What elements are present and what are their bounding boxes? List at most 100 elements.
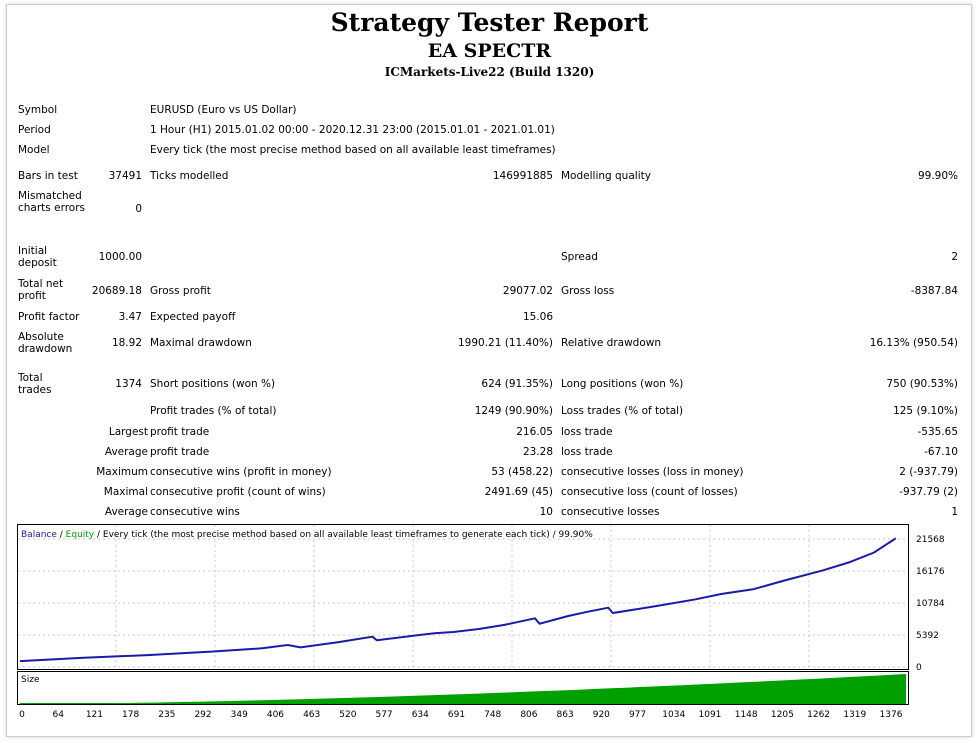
x-tick-label: 920 bbox=[593, 710, 610, 720]
max-losses-label: consecutive losses (loss in money) bbox=[561, 466, 744, 478]
absdd-label: Absolute drawdown bbox=[18, 331, 73, 355]
y-tick-label: 10784 bbox=[916, 599, 945, 609]
y-tick-label: 0 bbox=[916, 663, 922, 673]
maximal-profit-value: 2491.69 (45) bbox=[484, 486, 553, 498]
mismatch-label: Mismatched charts errors bbox=[18, 190, 85, 214]
x-tick-label: 806 bbox=[520, 710, 537, 720]
max-losses-value: 2 (-937.79) bbox=[899, 466, 958, 478]
x-tick-label: 863 bbox=[557, 710, 574, 720]
average-profit-value: 23.28 bbox=[522, 446, 553, 458]
maximal-profit-label: consecutive profit (count of wins) bbox=[150, 486, 326, 498]
x-tick-label: 235 bbox=[158, 710, 175, 720]
ticks-value: 146991885 bbox=[492, 170, 553, 182]
pf-label: Profit factor bbox=[18, 311, 80, 323]
spread-label: Spread bbox=[561, 251, 598, 263]
legend-equity: Equity bbox=[66, 530, 95, 540]
reldd-label: Relative drawdown bbox=[561, 337, 662, 349]
legend-balance: Balance bbox=[21, 530, 57, 540]
ticks-label: Ticks modelled bbox=[150, 170, 229, 182]
long-label: Long positions (won %) bbox=[561, 378, 684, 390]
y-tick-label: 16176 bbox=[916, 567, 945, 577]
avg-consec-label: Average bbox=[104, 506, 148, 518]
chart-legend: Balance / Equity / Every tick (the most … bbox=[21, 530, 593, 540]
bars-label: Bars in test bbox=[18, 170, 78, 182]
maxdd-value: 1990.21 (11.40%) bbox=[458, 337, 553, 349]
avg-losses-value: 1 bbox=[951, 506, 958, 518]
x-tick-label: 178 bbox=[122, 710, 139, 720]
avg-wins-label: consecutive wins bbox=[150, 506, 240, 518]
x-tick-label: 292 bbox=[194, 710, 211, 720]
symbol-value: EURUSD (Euro vs US Dollar) bbox=[150, 104, 297, 116]
grossprofit-label: Gross profit bbox=[150, 285, 211, 297]
largest-profit-label: profit trade bbox=[150, 426, 210, 438]
max-wins-value: 53 (458.22) bbox=[491, 466, 553, 478]
largest-loss-value: -535.65 bbox=[917, 426, 958, 438]
average-loss-value: -67.10 bbox=[924, 446, 958, 458]
maximal-label: Maximal bbox=[103, 486, 148, 498]
netprofit-value: 20689.18 bbox=[91, 285, 142, 297]
report-title: Strategy Tester Report bbox=[330, 8, 649, 37]
x-tick-label: 577 bbox=[375, 710, 392, 720]
maxdd-label: Maximal drawdown bbox=[150, 337, 252, 349]
average-label: Average bbox=[104, 446, 148, 458]
avg-wins-value: 10 bbox=[539, 506, 553, 518]
trades-label: Total trades bbox=[18, 372, 52, 396]
largest-label: Largest bbox=[108, 426, 148, 438]
lt-value: 125 (9.10%) bbox=[893, 405, 958, 417]
x-tick-label: 406 bbox=[267, 710, 284, 720]
short-value: 624 (91.35%) bbox=[481, 378, 553, 390]
x-tick-label: 0 bbox=[19, 710, 25, 720]
lt-label: Loss trades (% of total) bbox=[561, 405, 684, 417]
period-value: 1 Hour (H1) 2015.01.02 00:00 - 2020.12.3… bbox=[150, 124, 555, 136]
absdd-value: 18.92 bbox=[111, 337, 142, 349]
grossloss-label: Gross loss bbox=[561, 285, 615, 297]
trades-value: 1374 bbox=[115, 378, 142, 390]
long-value: 750 (90.53%) bbox=[886, 378, 958, 390]
netprofit-label: Total net profit bbox=[18, 278, 64, 302]
ep-value: 15.06 bbox=[522, 311, 553, 323]
x-tick-label: 1376 bbox=[880, 710, 903, 720]
quality-value: 99.90% bbox=[917, 170, 958, 182]
model-label: Model bbox=[18, 144, 50, 156]
max-wins-label: consecutive wins (profit in money) bbox=[150, 466, 332, 478]
x-ticks: 0 64 121 178 235 292 349 406 463 520 577 634 691 748 8… bbox=[19, 710, 903, 720]
short-label: Short positions (won %) bbox=[150, 378, 276, 390]
x-tick-label: 634 bbox=[412, 710, 429, 720]
expert-advisor-name: EA SPECTR bbox=[427, 40, 552, 62]
x-tick-label: 121 bbox=[86, 710, 103, 720]
y-tick-label: 21568 bbox=[916, 535, 945, 545]
x-tick-label: 1205 bbox=[771, 710, 794, 720]
symbol-label: Symbol bbox=[18, 104, 58, 116]
pf-value: 3.47 bbox=[118, 311, 142, 323]
maximum-label: Maximum bbox=[96, 466, 148, 478]
x-tick-label: 1034 bbox=[662, 710, 685, 720]
ep-label: Expected payoff bbox=[150, 311, 236, 323]
pt-value: 1249 (90.90%) bbox=[474, 405, 553, 417]
grossloss-value: -8387.84 bbox=[910, 285, 958, 297]
y-ticks: 21568 16176 10784 5392 0 bbox=[916, 535, 945, 673]
maximal-loss-label: consecutive loss (count of losses) bbox=[561, 486, 738, 498]
y-tick-label: 5392 bbox=[916, 631, 939, 641]
x-tick-label: 349 bbox=[231, 710, 248, 720]
x-tick-label: 64 bbox=[52, 710, 64, 720]
largest-loss-label: loss trade bbox=[561, 426, 613, 438]
deposit-label: Initial deposit bbox=[18, 245, 57, 269]
x-tick-label: 463 bbox=[303, 710, 320, 720]
average-loss-label: loss trade bbox=[561, 446, 613, 458]
x-tick-label: 1091 bbox=[699, 710, 722, 720]
server-build: ICMarkets-Live22 (Build 1320) bbox=[384, 65, 595, 79]
balance-chart: Balance / Equity / Every tick (the most … bbox=[17, 524, 945, 720]
x-tick-label: 748 bbox=[484, 710, 501, 720]
x-tick-label: 691 bbox=[448, 710, 465, 720]
mismatch-value: 0 bbox=[135, 203, 142, 215]
avg-losses-label: consecutive losses bbox=[561, 506, 660, 518]
pt-label: Profit trades (% of total) bbox=[150, 405, 277, 417]
x-tick-label: 1148 bbox=[735, 710, 758, 720]
bars-value: 37491 bbox=[108, 170, 142, 182]
x-tick-label: 977 bbox=[629, 710, 646, 720]
size-label: Size bbox=[21, 675, 40, 685]
x-tick-label: 1262 bbox=[807, 710, 830, 720]
grossprofit-value: 29077.02 bbox=[502, 285, 553, 297]
maximal-loss-value: -937.79 (2) bbox=[899, 486, 958, 498]
deposit-value: 1000.00 bbox=[98, 251, 142, 263]
